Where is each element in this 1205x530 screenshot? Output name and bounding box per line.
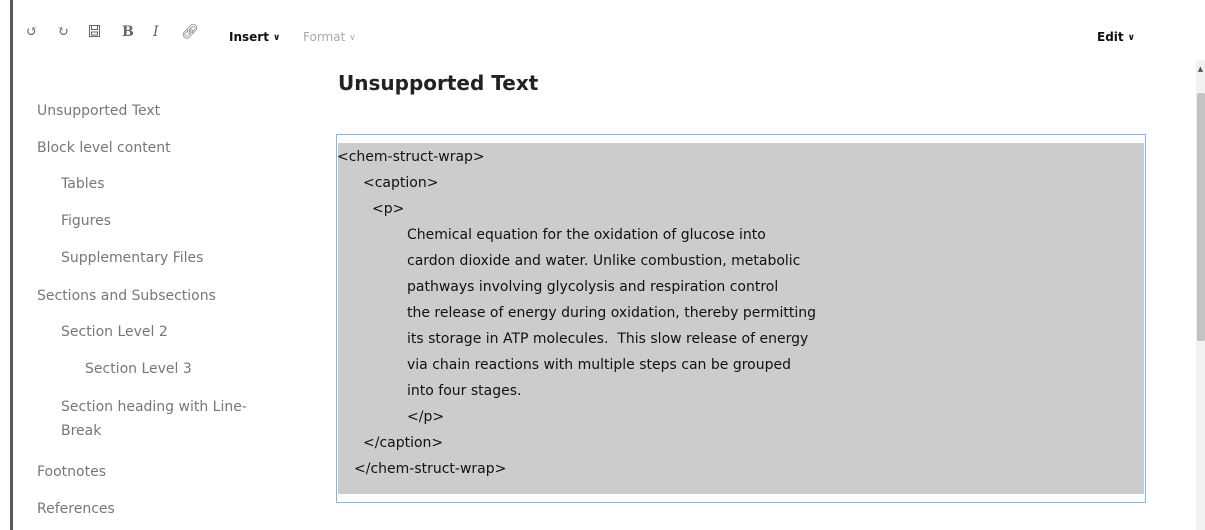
code-line: </p> — [407, 409, 445, 425]
code-line: <caption> — [363, 175, 439, 191]
link-icon[interactable]: 🔗︎ — [181, 22, 199, 42]
code-line: pathways involving glycolysis and respir… — [407, 279, 779, 295]
chevron-down-icon: ∨ — [1127, 33, 1135, 43]
code-line: <chem-struct-wrap> — [337, 149, 485, 165]
format-menu[interactable]: Format ∨ — [303, 29, 356, 46]
edit-menu[interactable]: Edit ∨ — [1097, 29, 1135, 46]
unsupported-text-block[interactable]: <chem-struct-wrap> <caption> <p> Chemica… — [336, 134, 1146, 503]
toc-item-block-level-content[interactable]: Block level content — [37, 137, 171, 159]
toc-item-references[interactable]: References — [37, 498, 115, 520]
code-line: its storage in ATP molecules. This slow … — [407, 331, 809, 347]
format-menu-label: Format — [303, 30, 346, 44]
toc-item-section-heading-line-break[interactable]: Section heading with Line-Break — [61, 395, 251, 443]
redo-icon[interactable]: ↻ — [57, 22, 69, 42]
scrollbar[interactable]: ▲ — [1196, 60, 1205, 530]
toc-item-sections-and-subsections[interactable]: Sections and Subsections — [37, 285, 216, 307]
undo-icon[interactable]: ↺ — [26, 22, 38, 42]
toc-item-supplementary-files[interactable]: Supplementary Files — [61, 247, 203, 269]
insert-menu-label: Insert — [229, 30, 269, 44]
code-line: into four stages. — [407, 383, 522, 399]
toc-item-unsupported-text[interactable]: Unsupported Text — [37, 100, 160, 122]
toc-item-tables[interactable]: Tables — [61, 173, 105, 195]
insert-menu[interactable]: Insert ∨ — [229, 29, 280, 46]
toc-item-figures[interactable]: Figures — [61, 210, 111, 232]
code-line: Chemical equation for the oxidation of g… — [407, 227, 766, 243]
code-line: via chain reactions with multiple steps … — [407, 357, 791, 373]
toolbar: ↺ ↻ B I 🔗︎ Insert ∨ Format ∨ Edit ∨ — [13, 0, 1205, 60]
code-line: cardon dioxide and water. Unlike combust… — [407, 253, 801, 269]
chevron-down-icon: ∨ — [349, 33, 356, 43]
italic-icon[interactable]: I — [153, 22, 159, 42]
save-icon[interactable] — [89, 22, 100, 42]
code-line: </caption> — [363, 435, 444, 451]
scroll-up-arrow-icon[interactable]: ▲ — [1196, 64, 1205, 74]
code-line: the release of energy during oxidation, … — [407, 305, 817, 321]
scroll-thumb[interactable] — [1197, 93, 1205, 341]
chevron-down-icon: ∨ — [272, 33, 281, 43]
code-line: </chem-struct-wrap> — [354, 461, 507, 477]
toc-item-section-level-3[interactable]: Section Level 3 — [85, 358, 192, 380]
page-title: Unsupported Text — [338, 71, 539, 95]
toc-item-footnotes[interactable]: Footnotes — [37, 461, 106, 483]
left-edge-bar — [10, 0, 13, 530]
edit-menu-label: Edit — [1097, 30, 1124, 44]
bold-icon[interactable]: B — [122, 22, 134, 42]
code-line: <p> — [372, 201, 405, 217]
toc-item-section-level-2[interactable]: Section Level 2 — [61, 321, 168, 343]
